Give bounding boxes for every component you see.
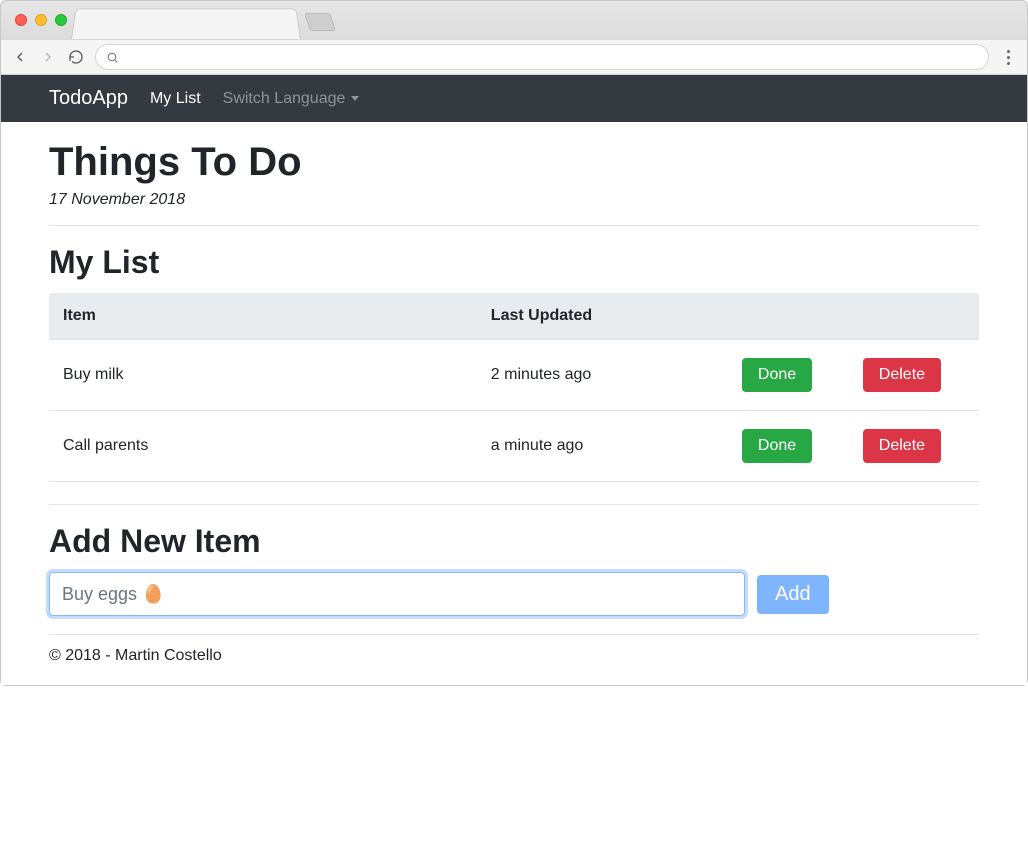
todo-table: Item Last Updated Buy milk 2 minutes ago… <box>49 293 979 482</box>
cell-updated: 2 minutes ago <box>477 340 728 411</box>
new-item-input[interactable] <box>49 572 745 616</box>
new-tab-button[interactable] <box>304 13 336 31</box>
address-bar[interactable] <box>95 44 989 70</box>
table-row: Call parents a minute ago Done Delete <box>49 411 979 482</box>
app-navbar: TodoApp My List Switch Language <box>1 75 1027 122</box>
page-date: 17 November 2018 <box>49 191 979 209</box>
section-heading-add: Add New Item <box>49 523 979 560</box>
cell-updated: a minute ago <box>477 411 728 482</box>
cell-item: Call parents <box>49 411 477 482</box>
divider <box>49 504 979 505</box>
col-header-delete <box>849 293 979 340</box>
search-icon <box>106 51 119 64</box>
delete-button[interactable]: Delete <box>863 358 941 392</box>
forward-button[interactable] <box>39 48 57 66</box>
table-row: Buy milk 2 minutes ago Done Delete <box>49 340 979 411</box>
footer-text: © 2018 - Martin Costello <box>49 647 979 665</box>
page-title: Things To Do <box>49 140 979 185</box>
close-window-icon[interactable] <box>15 14 27 26</box>
divider <box>49 225 979 226</box>
divider <box>49 634 979 635</box>
add-button[interactable]: Add <box>757 575 829 614</box>
chevron-down-icon <box>351 96 359 101</box>
col-header-done <box>728 293 849 340</box>
maximize-window-icon[interactable] <box>55 14 67 26</box>
done-button[interactable]: Done <box>742 429 812 463</box>
col-header-updated: Last Updated <box>477 293 728 340</box>
nav-dropdown-label: Switch Language <box>223 90 346 108</box>
cell-item: Buy milk <box>49 340 477 411</box>
add-item-form: Add <box>49 572 979 616</box>
section-heading-my-list: My List <box>49 244 979 281</box>
nav-link-my-list[interactable]: My List <box>150 90 201 108</box>
tab-strip <box>1 1 1027 39</box>
browser-menu-button[interactable] <box>999 50 1017 65</box>
page-content: TodoApp My List Switch Language Things T… <box>1 75 1027 685</box>
delete-button[interactable]: Delete <box>863 429 941 463</box>
reload-button[interactable] <box>67 48 85 66</box>
window-controls <box>15 14 67 26</box>
browser-toolbar <box>1 39 1027 75</box>
done-button[interactable]: Done <box>742 358 812 392</box>
browser-window: TodoApp My List Switch Language Things T… <box>0 0 1028 686</box>
col-header-item: Item <box>49 293 477 340</box>
minimize-window-icon[interactable] <box>35 14 47 26</box>
browser-tab[interactable] <box>71 8 301 39</box>
brand[interactable]: TodoApp <box>49 87 128 110</box>
back-button[interactable] <box>11 48 29 66</box>
nav-dropdown-switch-language[interactable]: Switch Language <box>223 90 360 108</box>
